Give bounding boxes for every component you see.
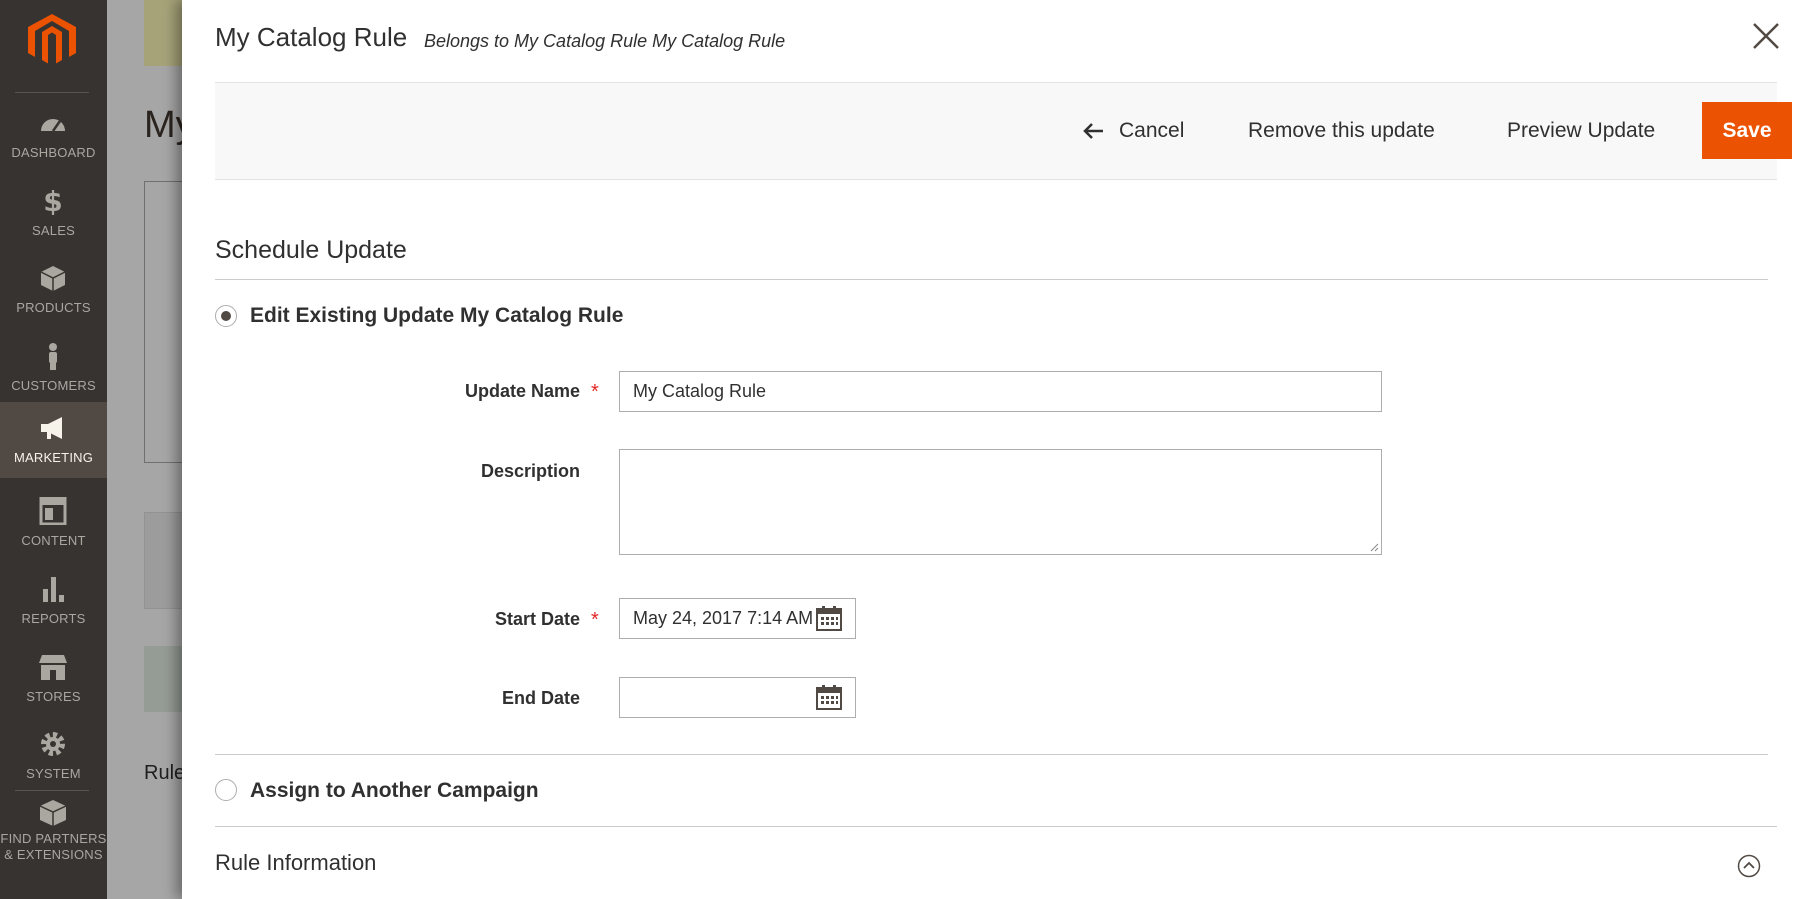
gear-icon (41, 732, 65, 756)
extensions-box-icon (39, 800, 67, 826)
preview-update-button[interactable]: Preview Update (1507, 83, 1655, 179)
calendar-icon[interactable] (816, 605, 842, 631)
close-icon[interactable] (1750, 20, 1782, 52)
nav-sales[interactable]: $ SALES (0, 175, 107, 251)
section-divider (215, 754, 1768, 755)
assign-campaign-radio[interactable] (215, 779, 237, 801)
section-divider (215, 279, 1768, 280)
calendar-icon[interactable] (816, 684, 842, 710)
chevron-up-icon[interactable] (1737, 854, 1761, 878)
page-actions-bar: Cancel Remove this update Preview Update… (215, 82, 1792, 180)
edit-existing-radio[interactable] (215, 305, 237, 327)
remove-update-button[interactable]: Remove this update (1248, 83, 1435, 179)
section-title: Schedule Update (215, 236, 407, 264)
box-icon (40, 266, 66, 291)
resize-grip-icon[interactable] (1370, 543, 1379, 552)
nav-customers[interactable]: CUSTOMERS (0, 330, 107, 406)
logo-divider (15, 92, 89, 93)
rule-information-title[interactable]: Rule Information (215, 850, 376, 876)
nav-label: PRODUCTS (16, 300, 91, 315)
person-icon (49, 343, 57, 370)
required-marker: * (591, 381, 599, 403)
dashboard-icon (41, 119, 65, 132)
nav-label: REPORTS (21, 611, 86, 626)
nav-label: CONTENT (21, 533, 86, 548)
nav-products[interactable]: PRODUCTS (0, 252, 107, 328)
nav-system[interactable]: SYSTEM (0, 718, 107, 794)
layout-icon (39, 497, 67, 525)
bar-chart-icon (43, 577, 64, 602)
save-button[interactable]: Save (1702, 102, 1792, 159)
description-label: Description (480, 461, 580, 481)
nav-label: STORES (26, 689, 81, 704)
magento-logo-icon[interactable] (28, 14, 76, 66)
nav-label: SYSTEM (26, 766, 81, 781)
schedule-update-modal: My Catalog Rule Belongs to My Catalog Ru… (182, 0, 1810, 899)
admin-sidebar: DASHBOARD $ SALES PRODUCTS CUSTOMERS MAR… (0, 0, 107, 899)
assign-campaign-label[interactable]: Assign to Another Campaign (250, 779, 539, 803)
nav-label: MARKETING (13, 450, 94, 465)
description-textarea[interactable] (619, 449, 1382, 555)
update-name-label: Update Name (464, 381, 580, 401)
end-date-label: End Date (501, 688, 580, 708)
cancel-button[interactable]: Cancel (1083, 83, 1184, 179)
nav-label: SALES (32, 223, 75, 238)
start-date-label: Start Date (494, 609, 580, 629)
nav-marketing[interactable]: MARKETING (0, 402, 107, 478)
megaphone-icon (41, 417, 62, 439)
storefront-icon (39, 655, 67, 680)
nav-find-partners[interactable]: FIND PARTNERS & EXTENSIONS (0, 795, 107, 895)
dollar-icon: $ (43, 187, 62, 215)
sidebar-divider (15, 790, 89, 791)
required-marker: * (591, 609, 599, 631)
modal-title: My Catalog Rule (215, 22, 408, 52)
nav-label: DASHBOARD (11, 145, 96, 160)
nav-stores[interactable]: STORES (0, 641, 107, 717)
svg-text:$: $ (43, 187, 62, 215)
modal-subtitle: Belongs to My Catalog Rule My Catalog Ru… (424, 31, 786, 51)
section-divider (215, 826, 1777, 827)
edit-existing-label[interactable]: Edit Existing Update My Catalog Rule (250, 304, 623, 328)
radio-selected-dot (221, 311, 231, 321)
back-arrow-icon (1083, 123, 1103, 139)
nav-label: FIND PARTNERS & EXTENSIONS (0, 831, 107, 863)
nav-reports[interactable]: REPORTS (0, 563, 107, 639)
nav-label: CUSTOMERS (11, 378, 96, 393)
nav-dashboard[interactable]: DASHBOARD (0, 97, 107, 173)
nav-label-line: & EXTENSIONS (4, 847, 103, 862)
cancel-label: Cancel (1119, 119, 1185, 142)
update-name-input[interactable] (619, 371, 1382, 412)
nav-content[interactable]: CONTENT (0, 485, 107, 561)
nav-label-line: FIND PARTNERS (0, 831, 107, 846)
